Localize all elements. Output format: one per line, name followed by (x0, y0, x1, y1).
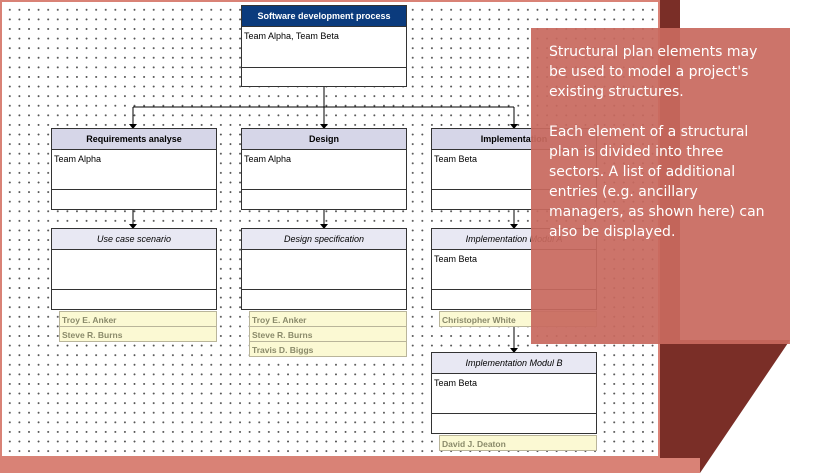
entry-item[interactable]: Troy E. Anker (59, 311, 217, 327)
node-module-b-team: Team Beta (432, 374, 596, 414)
node-root[interactable]: Software development process Team Alpha,… (241, 5, 407, 87)
callout-paragraph-2: Each element of a structural plan is div… (549, 124, 765, 240)
entry-item[interactable]: Steve R. Burns (59, 326, 217, 342)
node-design-spec-footer (242, 290, 406, 309)
canvas-bottom-band (0, 458, 700, 473)
node-module-b-footer (432, 414, 596, 433)
node-design[interactable]: Design Team Alpha (241, 128, 407, 210)
node-requirements[interactable]: Requirements analyse Team Alpha (51, 128, 217, 210)
node-module-b-title: Implementation Modul B (432, 353, 596, 374)
callout-paragraph-1: Structural plan elements may be used to … (549, 44, 758, 100)
node-use-case-title: Use case scenario (52, 229, 216, 250)
node-root-footer (242, 68, 406, 87)
node-root-title: Software development process (242, 6, 406, 27)
node-root-team: Team Alpha, Team Beta (242, 27, 406, 68)
design-spec-entries: Troy E. Anker Steve R. Burns Travis D. B… (249, 311, 407, 357)
module-b-entries: David J. Deaton (439, 435, 597, 451)
node-module-b[interactable]: Implementation Modul B Team Beta (431, 352, 597, 434)
node-requirements-title: Requirements analyse (52, 129, 216, 150)
node-design-footer (242, 190, 406, 209)
node-design-spec-team (242, 250, 406, 290)
node-requirements-team: Team Alpha (52, 150, 216, 190)
entry-item[interactable]: David J. Deaton (439, 435, 597, 451)
entry-item[interactable]: Steve R. Burns (249, 326, 407, 342)
entry-item[interactable]: Travis D. Biggs (249, 341, 407, 357)
node-use-case-footer (52, 290, 216, 309)
use-case-entries: Troy E. Anker Steve R. Burns (59, 311, 217, 342)
node-design-team: Team Alpha (242, 150, 406, 190)
node-use-case-team (52, 250, 216, 290)
node-use-case[interactable]: Use case scenario (51, 228, 217, 310)
node-requirements-footer (52, 190, 216, 209)
entry-item[interactable]: Troy E. Anker (249, 311, 407, 327)
node-design-spec[interactable]: Design specification (241, 228, 407, 310)
node-design-title: Design (242, 129, 406, 150)
node-design-spec-title: Design specification (242, 229, 406, 250)
info-callout: Structural plan elements may be used to … (531, 28, 790, 344)
